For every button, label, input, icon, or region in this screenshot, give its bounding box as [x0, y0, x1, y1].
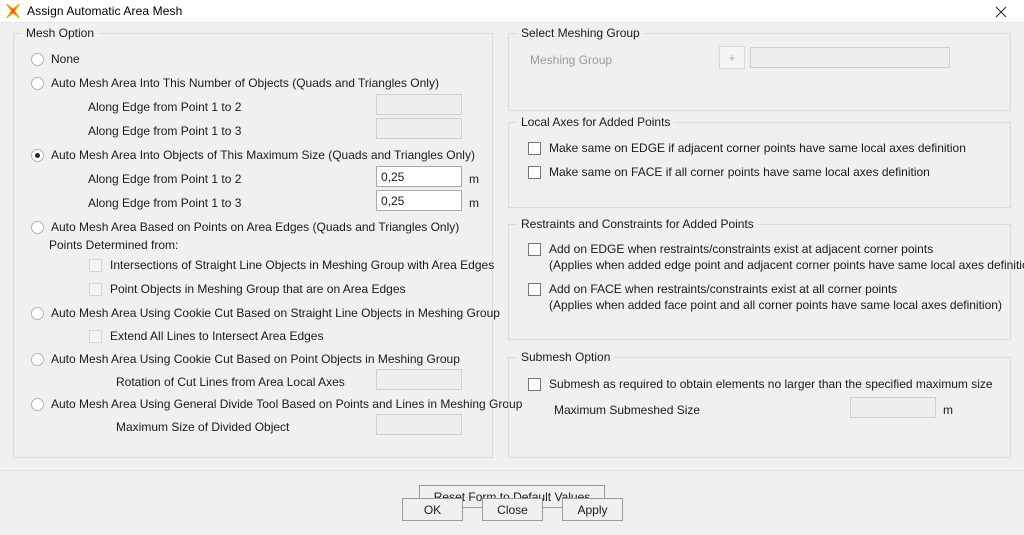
- radio-number-of-objects-label: Auto Mesh Area Into This Number of Objec…: [51, 76, 439, 90]
- rotation-of-cut-lines-input[interactable]: [376, 369, 462, 390]
- radio-number-of-objects[interactable]: Auto Mesh Area Into This Number of Objec…: [31, 76, 439, 90]
- meshing-group-input[interactable]: [750, 47, 950, 68]
- apply-button[interactable]: Apply: [562, 498, 623, 521]
- radio-cookie-cut-straight-lines-label: Auto Mesh Area Using Cookie Cut Based on…: [51, 306, 500, 320]
- checkbox-intersections-straight-lines-indicator: [89, 259, 102, 272]
- size-edge-1-2-input[interactable]: [376, 166, 462, 187]
- radio-cookie-cut-point-objects-indicator: [31, 352, 44, 366]
- ok-button-label: OK: [423, 502, 442, 517]
- meshing-group-label: Meshing Group: [530, 53, 613, 67]
- close-button-label: Close: [497, 502, 528, 517]
- close-window-button[interactable]: [978, 0, 1024, 23]
- radio-none-label: None: [51, 52, 80, 66]
- radio-points-on-area-edges-indicator: [31, 220, 44, 234]
- checkbox-restraints-edge[interactable]: Add on EDGE when restraints/constraints …: [528, 242, 933, 257]
- checkbox-local-axes-edge-indicator: [528, 142, 541, 155]
- size-edge-1-2-label: Along Edge from Point 1 to 2: [88, 172, 242, 186]
- app-star-icon: [5, 3, 21, 19]
- checkbox-local-axes-face-label: Make same on FACE if all corner points h…: [549, 165, 930, 179]
- checkbox-extend-all-lines[interactable]: Extend All Lines to Intersect Area Edges: [89, 329, 323, 344]
- radio-points-on-area-edges[interactable]: Auto Mesh Area Based on Points on Area E…: [31, 220, 459, 234]
- add-meshing-group-button[interactable]: +: [719, 46, 745, 69]
- footer-divider: [0, 470, 1024, 471]
- ok-button[interactable]: OK: [402, 498, 463, 521]
- max-submeshed-size-input[interactable]: [850, 397, 936, 418]
- checkbox-point-objects-on-edges[interactable]: Point Objects in Meshing Group that are …: [89, 282, 406, 297]
- checkbox-local-axes-face-indicator: [528, 166, 541, 179]
- checkbox-local-axes-edge-label: Make same on EDGE if adjacent corner poi…: [549, 141, 966, 155]
- title-bar: Assign Automatic Area Mesh: [0, 0, 1024, 23]
- max-divided-object-input[interactable]: [376, 414, 462, 435]
- number-edge-1-2-label: Along Edge from Point 1 to 2: [88, 100, 242, 114]
- max-divided-object-label: Maximum Size of Divided Object: [116, 420, 290, 434]
- radio-cookie-cut-point-objects[interactable]: Auto Mesh Area Using Cookie Cut Based on…: [31, 352, 460, 366]
- select-meshing-group-group: Select Meshing Group Meshing Group +: [508, 26, 1011, 111]
- radio-general-divide-tool[interactable]: Auto Mesh Area Using General Divide Tool…: [31, 397, 522, 411]
- checkbox-submesh-required-label: Submesh as required to obtain elements n…: [549, 377, 993, 391]
- dialog-body: Mesh Option None Auto Mesh Area Into Thi…: [0, 23, 1024, 535]
- radio-cookie-cut-straight-lines[interactable]: Auto Mesh Area Using Cookie Cut Based on…: [31, 306, 500, 320]
- close-button[interactable]: Close: [482, 498, 543, 521]
- number-edge-1-2-input[interactable]: [376, 94, 462, 115]
- checkbox-local-axes-edge[interactable]: Make same on EDGE if adjacent corner poi…: [528, 141, 966, 156]
- radio-maximum-size[interactable]: Auto Mesh Area Into Objects of This Maxi…: [31, 148, 475, 162]
- submesh-option-group: Submesh Option Submesh as required to ob…: [508, 350, 1011, 458]
- restraints-constraints-group: Restraints and Constraints for Added Poi…: [508, 217, 1024, 340]
- mesh-option-group-title: Mesh Option: [22, 26, 99, 40]
- local-axes-group: Local Axes for Added Points Make same on…: [508, 115, 1011, 208]
- checkbox-submesh-required-indicator: [528, 378, 541, 391]
- checkbox-local-axes-face[interactable]: Make same on FACE if all corner points h…: [528, 165, 930, 180]
- size-edge-1-2-unit: m: [469, 172, 479, 186]
- mesh-option-group: Mesh Option None Auto Mesh Area Into Thi…: [13, 26, 522, 458]
- checkbox-extend-all-lines-indicator: [89, 330, 102, 343]
- checkbox-intersections-straight-lines-label: Intersections of Straight Line Objects i…: [110, 258, 495, 272]
- restraints-constraints-group-title: Restraints and Constraints for Added Poi…: [517, 217, 758, 231]
- radio-number-of-objects-indicator: [31, 76, 44, 90]
- checkbox-extend-all-lines-label: Extend All Lines to Intersect Area Edges: [110, 329, 324, 343]
- checkbox-point-objects-on-edges-indicator: [89, 283, 102, 296]
- max-submeshed-size-unit: m: [943, 403, 953, 417]
- checkbox-restraints-face-label: Add on FACE when restraints/constraints …: [549, 282, 898, 296]
- radio-none-indicator: [31, 52, 44, 66]
- size-edge-1-3-input[interactable]: [376, 190, 462, 211]
- size-edge-1-3-label: Along Edge from Point 1 to 3: [88, 196, 242, 210]
- radio-general-divide-tool-label: Auto Mesh Area Using General Divide Tool…: [51, 397, 523, 411]
- apply-button-label: Apply: [577, 502, 608, 517]
- rotation-of-cut-lines-label: Rotation of Cut Lines from Area Local Ax…: [116, 375, 345, 389]
- radio-cookie-cut-straight-lines-indicator: [31, 306, 44, 320]
- number-edge-1-3-input[interactable]: [376, 118, 462, 139]
- radio-general-divide-tool-indicator: [31, 397, 44, 411]
- max-submeshed-size-label: Maximum Submeshed Size: [554, 403, 701, 417]
- radio-points-on-area-edges-label: Auto Mesh Area Based on Points on Area E…: [51, 220, 460, 234]
- size-edge-1-3-unit: m: [469, 196, 479, 210]
- window-title: Assign Automatic Area Mesh: [27, 4, 183, 18]
- select-meshing-group-title: Select Meshing Group: [517, 26, 644, 40]
- restraints-edge-note: (Applies when added edge point and adjac…: [549, 258, 1024, 272]
- points-determined-label: Points Determined from:: [49, 238, 179, 252]
- radio-maximum-size-indicator: [31, 148, 44, 162]
- local-axes-group-title: Local Axes for Added Points: [517, 115, 675, 129]
- checkbox-submesh-required[interactable]: Submesh as required to obtain elements n…: [528, 377, 993, 392]
- checkbox-restraints-edge-label: Add on EDGE when restraints/constraints …: [549, 242, 934, 256]
- radio-none[interactable]: None: [31, 52, 80, 66]
- submesh-option-group-title: Submesh Option: [517, 350, 615, 364]
- radio-cookie-cut-point-objects-label: Auto Mesh Area Using Cookie Cut Based on…: [51, 352, 460, 366]
- checkbox-restraints-face[interactable]: Add on FACE when restraints/constraints …: [528, 282, 897, 297]
- number-edge-1-3-label: Along Edge from Point 1 to 3: [88, 124, 242, 138]
- checkbox-restraints-edge-indicator: [528, 243, 541, 256]
- plus-icon: +: [728, 50, 736, 65]
- restraints-face-note: (Applies when added face point and all c…: [549, 298, 1002, 312]
- checkbox-point-objects-on-edges-label: Point Objects in Meshing Group that are …: [110, 282, 406, 296]
- checkbox-restraints-face-indicator: [528, 283, 541, 296]
- radio-maximum-size-label: Auto Mesh Area Into Objects of This Maxi…: [51, 148, 475, 162]
- checkbox-intersections-straight-lines[interactable]: Intersections of Straight Line Objects i…: [89, 258, 494, 273]
